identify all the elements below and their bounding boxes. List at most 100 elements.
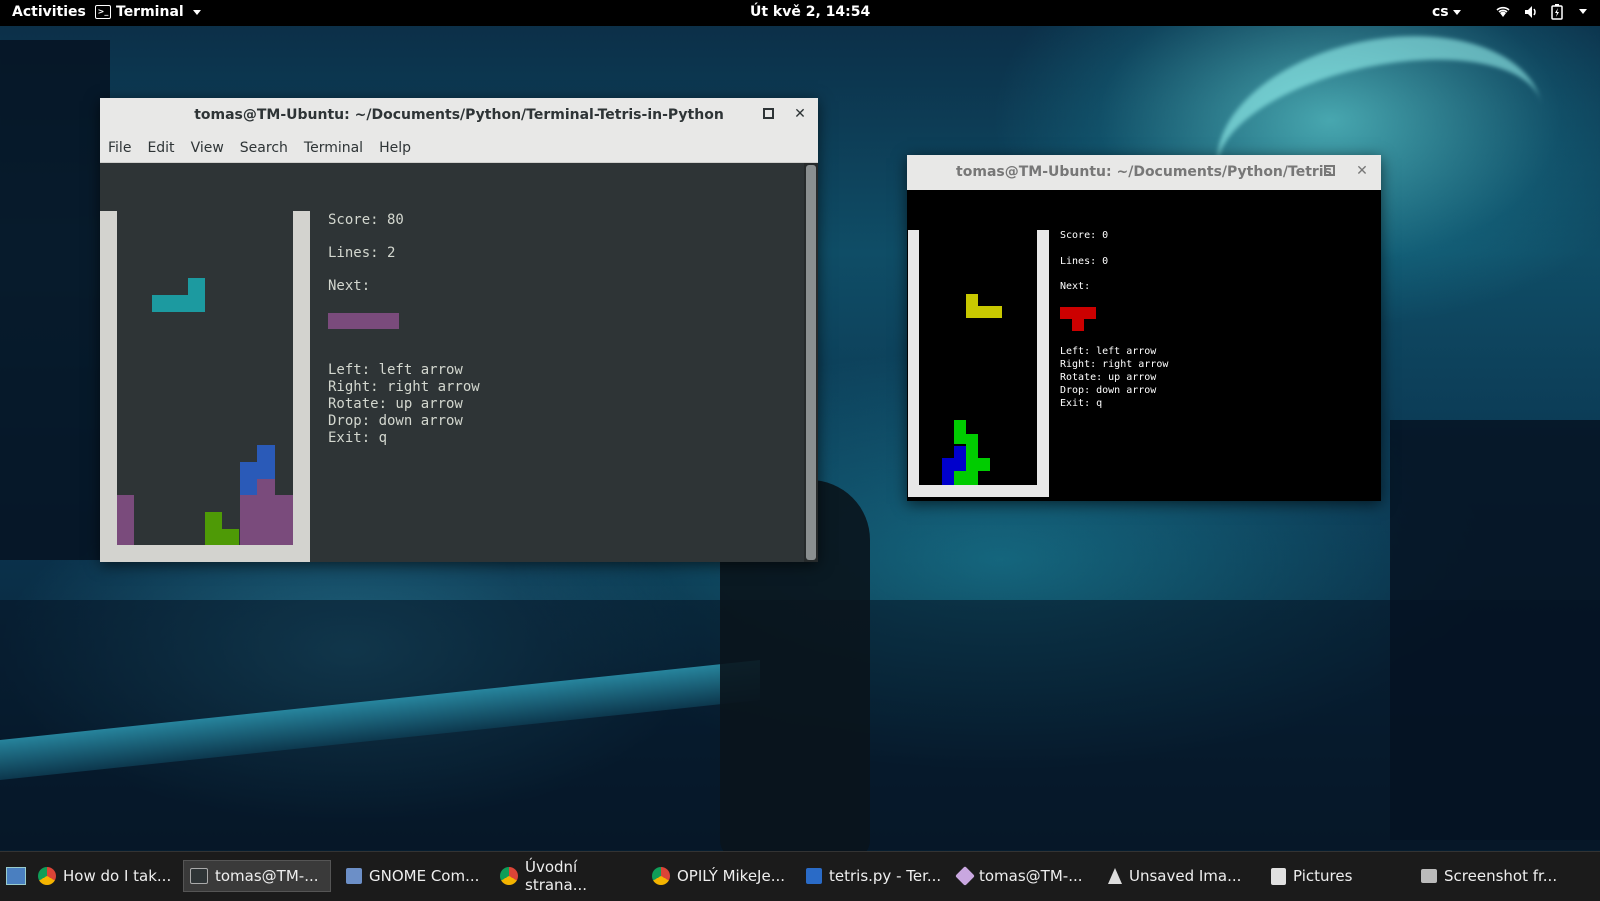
maximize-icon xyxy=(1323,165,1335,176)
settled-block-blue xyxy=(240,462,257,495)
taskbar-item[interactable]: OPILÝ MikeJe... xyxy=(646,860,796,892)
settled-block-purple xyxy=(240,495,293,545)
taskbar-item-label: tomas@TM-... xyxy=(215,867,319,885)
close-button[interactable]: ✕ xyxy=(792,106,808,122)
wifi-icon xyxy=(1496,6,1510,17)
wallpaper-castle-left xyxy=(0,40,110,560)
settled-block-purple xyxy=(117,495,134,545)
chrome-icon xyxy=(500,867,518,885)
activities-button[interactable]: Activities xyxy=(12,4,86,20)
window-title: tomas@TM-Ubuntu: ~/Documents/Python/Term… xyxy=(194,107,724,123)
gnome-commander-icon xyxy=(346,868,362,884)
settled-block-purple xyxy=(257,479,275,496)
language-indicator[interactable]: cs xyxy=(1432,4,1461,20)
control-rotate: Rotate: up arrow xyxy=(1060,372,1157,383)
terminal-icon: >_ xyxy=(95,5,111,19)
terminal-window-main[interactable]: tomas@TM-Ubuntu: ~/Documents/Python/Term… xyxy=(100,98,818,562)
scrollbar[interactable] xyxy=(804,163,818,562)
taskbar-item[interactable]: tomas@TM-... xyxy=(183,860,331,892)
current-piece-block xyxy=(152,295,205,312)
close-icon: ✕ xyxy=(794,106,806,122)
control-left: Left: left arrow xyxy=(1060,346,1157,357)
app-menu-label: Terminal xyxy=(116,4,184,20)
screenshot-icon xyxy=(1421,869,1437,883)
control-right: Right: right arrow xyxy=(1060,359,1169,370)
close-icon: ✕ xyxy=(1356,163,1368,179)
taskbar-item[interactable]: Pictures xyxy=(1265,860,1385,892)
title-bar[interactable]: tomas@TM-Ubuntu: ~/Documents/Python/Term… xyxy=(100,98,818,134)
maximize-button[interactable] xyxy=(760,107,776,123)
terminal-content[interactable]: Score: 0 Lines: 0 Next: Left: left arrow… xyxy=(907,190,1381,501)
taskbar-item[interactable]: Unsaved Ima... xyxy=(1102,860,1247,892)
current-piece-block xyxy=(188,278,205,295)
control-right: Right: right arrow xyxy=(328,379,480,395)
taskbar-item-label: OPILÝ MikeJe... xyxy=(677,867,786,885)
taskbar-item[interactable]: Úvodní strana... xyxy=(494,858,644,894)
lines-text: Lines: 0 xyxy=(1060,256,1109,267)
board-border-left xyxy=(908,230,919,497)
terminal-window-secondary[interactable]: tomas@TM-Ubuntu: ~/Documents/Python/Tetr… xyxy=(907,155,1381,501)
menu-terminal[interactable]: Terminal xyxy=(296,134,371,162)
system-tray[interactable] xyxy=(1495,4,1587,20)
next-label: Next: xyxy=(328,278,371,294)
menu-file[interactable]: File xyxy=(100,134,139,162)
menu-edit[interactable]: Edit xyxy=(139,134,182,162)
control-drop: Drop: down arrow xyxy=(1060,385,1157,396)
folder-icon xyxy=(1271,867,1286,885)
window-title: tomas@TM-Ubuntu: ~/Documents/Python/Tetr… xyxy=(956,164,1332,180)
board-border-bottom xyxy=(908,485,1049,497)
scrollbar-thumb[interactable] xyxy=(806,165,816,560)
terminal-content[interactable]: Score: 80 Lines: 2 Next: Left: left arro… xyxy=(100,163,804,562)
score-text: Score: 80 xyxy=(328,212,404,228)
close-button[interactable]: ✕ xyxy=(1354,163,1370,179)
taskbar-item-label: Unsaved Ima... xyxy=(1129,867,1242,885)
taskbar-item-label: GNOME Com... xyxy=(369,867,480,885)
board-border-left xyxy=(100,211,117,562)
chevron-down-icon xyxy=(1579,9,1587,14)
board-border-bottom xyxy=(100,545,310,562)
taskbar-item-label: Screenshot fr... xyxy=(1444,867,1558,885)
show-desktop-icon[interactable] xyxy=(6,867,26,885)
board-border-right xyxy=(1037,230,1049,497)
terminal-icon xyxy=(190,868,208,884)
top-bar: Activities >_ Terminal Út kvě 2, 14:54 c… xyxy=(0,0,1600,26)
taskbar-item[interactable]: GNOME Com... xyxy=(340,860,490,892)
next-label: Next: xyxy=(1060,281,1091,292)
inkscape-icon xyxy=(1108,868,1122,884)
taskbar-item-label: How do I tak... xyxy=(63,867,172,885)
taskbar: How do I tak... tomas@TM-... GNOME Com..… xyxy=(0,851,1600,901)
clock[interactable]: Út kvě 2, 14:54 xyxy=(750,4,870,20)
chrome-icon xyxy=(652,867,670,885)
taskbar-item-label: Pictures xyxy=(1293,867,1353,885)
settled-block-blue xyxy=(257,445,275,479)
title-bar[interactable]: tomas@TM-Ubuntu: ~/Documents/Python/Tetr… xyxy=(907,155,1381,190)
menu-help[interactable]: Help xyxy=(371,134,419,162)
taskbar-item-label: tetris.py - Ter... xyxy=(829,867,942,885)
taskbar-item[interactable]: Screenshot fr... xyxy=(1415,860,1565,892)
language-label: cs xyxy=(1432,4,1449,20)
board-border-right xyxy=(293,211,310,562)
taskbar-item-label: tomas@TM-... xyxy=(979,867,1083,885)
chrome-icon xyxy=(38,867,56,885)
menu-view[interactable]: View xyxy=(183,134,232,162)
app-menu[interactable]: >_ Terminal xyxy=(95,4,201,20)
settled-block-green xyxy=(222,529,239,545)
next-piece-preview xyxy=(1072,319,1084,331)
next-piece-preview xyxy=(1060,307,1096,319)
settled-block-blue xyxy=(954,446,966,471)
taskbar-item[interactable]: tomas@TM-... xyxy=(952,860,1097,892)
terminal-icon xyxy=(955,866,975,886)
volume-icon xyxy=(1525,6,1536,18)
settled-block-blue xyxy=(942,458,954,485)
settled-block-green xyxy=(966,434,978,485)
control-drop: Drop: down arrow xyxy=(328,413,463,429)
taskbar-item[interactable]: How do I tak... xyxy=(32,860,172,892)
current-piece-block xyxy=(966,306,1002,318)
taskbar-item[interactable]: tetris.py - Ter... xyxy=(800,860,945,892)
maximize-button[interactable] xyxy=(1321,164,1337,180)
control-exit: Exit: q xyxy=(1060,398,1103,409)
lines-text: Lines: 2 xyxy=(328,245,396,261)
menu-search[interactable]: Search xyxy=(232,134,296,162)
settled-block-green xyxy=(978,458,990,471)
settled-block-green xyxy=(954,471,966,485)
